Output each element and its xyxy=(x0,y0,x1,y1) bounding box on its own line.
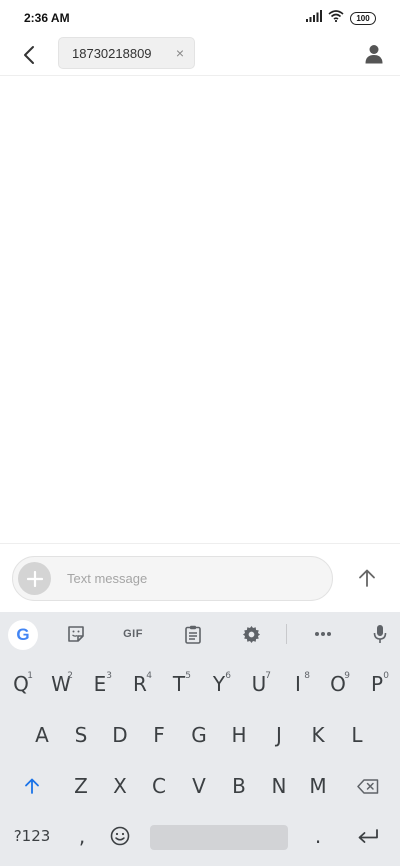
send-button[interactable] xyxy=(351,562,383,594)
key-hint: 1 xyxy=(27,671,33,681)
recipient-number: 18730218809 xyxy=(72,45,152,61)
key-v[interactable]: V xyxy=(181,768,217,804)
key-j[interactable]: J xyxy=(261,717,297,753)
key-hint: 2 xyxy=(67,671,73,681)
key-l[interactable]: L xyxy=(339,717,375,753)
gear-icon xyxy=(242,625,260,643)
key-b[interactable]: B xyxy=(221,768,257,804)
key-c[interactable]: C xyxy=(141,768,177,804)
key-label: E xyxy=(93,672,107,696)
message-list[interactable] xyxy=(0,77,400,543)
wifi-icon xyxy=(328,9,344,27)
comma-key[interactable]: , xyxy=(64,818,100,854)
period-key[interactable]: . xyxy=(300,818,336,854)
clipboard-icon xyxy=(185,625,201,644)
status-icons: 100 xyxy=(306,9,376,27)
key-label: T xyxy=(172,672,186,696)
key-r[interactable]: R4 xyxy=(122,666,158,702)
key-n[interactable]: N xyxy=(261,768,297,804)
key-x[interactable]: X xyxy=(102,768,138,804)
person-icon xyxy=(365,45,383,64)
status-time: 2:36 AM xyxy=(24,11,70,25)
key-hint: 7 xyxy=(265,671,271,681)
message-input[interactable] xyxy=(67,557,317,600)
enter-key[interactable] xyxy=(350,818,386,854)
key-s[interactable]: S xyxy=(63,717,99,753)
space-key[interactable] xyxy=(150,825,288,850)
key-h[interactable]: H xyxy=(221,717,257,753)
key-hint: 8 xyxy=(304,671,310,681)
key-hint: 0 xyxy=(383,671,389,681)
gif-label: GIF xyxy=(123,628,143,640)
key-q[interactable]: Q1 xyxy=(3,666,39,702)
emoji-icon xyxy=(110,826,130,846)
key-p[interactable]: P0 xyxy=(359,666,395,702)
key-t[interactable]: T5 xyxy=(161,666,197,702)
google-logo: G xyxy=(16,625,30,644)
symbols-key[interactable]: ?123 xyxy=(7,818,57,854)
key-hint: 9 xyxy=(344,671,350,681)
key-a[interactable]: A xyxy=(24,717,60,753)
key-hint: 5 xyxy=(185,671,191,681)
voice-input-button[interactable] xyxy=(365,620,395,648)
key-o[interactable]: O9 xyxy=(320,666,356,702)
key-i[interactable]: I8 xyxy=(280,666,316,702)
key-hint: 6 xyxy=(225,671,231,681)
key-hint: 3 xyxy=(106,671,112,681)
keyboard-toolbar: G GIF xyxy=(0,612,400,656)
key-d[interactable]: D xyxy=(102,717,138,753)
back-button[interactable] xyxy=(16,42,42,68)
contact-button[interactable] xyxy=(360,40,388,68)
sticker-icon xyxy=(68,626,84,642)
key-hint: 4 xyxy=(146,671,152,681)
key-y[interactable]: Y6 xyxy=(201,666,237,702)
clipboard-button[interactable] xyxy=(178,620,208,648)
battery-icon: 100 xyxy=(350,11,376,25)
send-arrow-icon xyxy=(359,569,375,587)
key-w[interactable]: W2 xyxy=(43,666,79,702)
conversation-header: 18730218809 × xyxy=(0,36,400,76)
key-m[interactable]: M xyxy=(300,768,336,804)
recipient-chip[interactable]: 18730218809 × xyxy=(58,37,195,69)
mic-icon xyxy=(373,625,387,643)
google-search-button[interactable]: G xyxy=(8,620,38,650)
key-k[interactable]: K xyxy=(300,717,336,753)
backspace-icon xyxy=(357,778,379,794)
settings-button[interactable] xyxy=(236,620,266,648)
composer xyxy=(12,556,333,601)
add-attachment-button[interactable] xyxy=(18,562,51,595)
toolbar-divider xyxy=(286,624,287,644)
key-f[interactable]: F xyxy=(141,717,177,753)
key-g[interactable]: G xyxy=(181,717,217,753)
sticker-button[interactable] xyxy=(61,620,91,648)
emoji-key[interactable] xyxy=(102,818,138,854)
key-label: Y xyxy=(212,672,226,696)
key-label: R xyxy=(133,672,147,696)
key-label: U xyxy=(251,672,267,696)
plus-icon xyxy=(26,570,43,587)
signal-icon xyxy=(306,9,322,27)
enter-icon xyxy=(358,828,378,843)
more-icon xyxy=(315,632,331,636)
key-label: P xyxy=(370,672,384,696)
key-e[interactable]: E3 xyxy=(82,666,118,702)
status-bar: 2:36 AM 100 xyxy=(0,0,400,36)
backspace-key[interactable] xyxy=(350,768,386,804)
key-z[interactable]: Z xyxy=(63,768,99,804)
shift-key[interactable] xyxy=(14,768,50,804)
shift-arrow-icon xyxy=(25,778,39,794)
gif-button[interactable]: GIF xyxy=(118,620,148,648)
key-u[interactable]: U7 xyxy=(241,666,277,702)
close-icon[interactable]: × xyxy=(176,45,184,61)
more-button[interactable] xyxy=(308,620,338,648)
back-arrow-icon xyxy=(24,46,34,64)
composer-divider xyxy=(0,543,400,544)
key-label: I xyxy=(295,672,301,696)
keyboard: G GIF Q 1 W 2 E 3 R 4 T 5 Y 6 U 7 I 8 O … xyxy=(0,612,400,866)
